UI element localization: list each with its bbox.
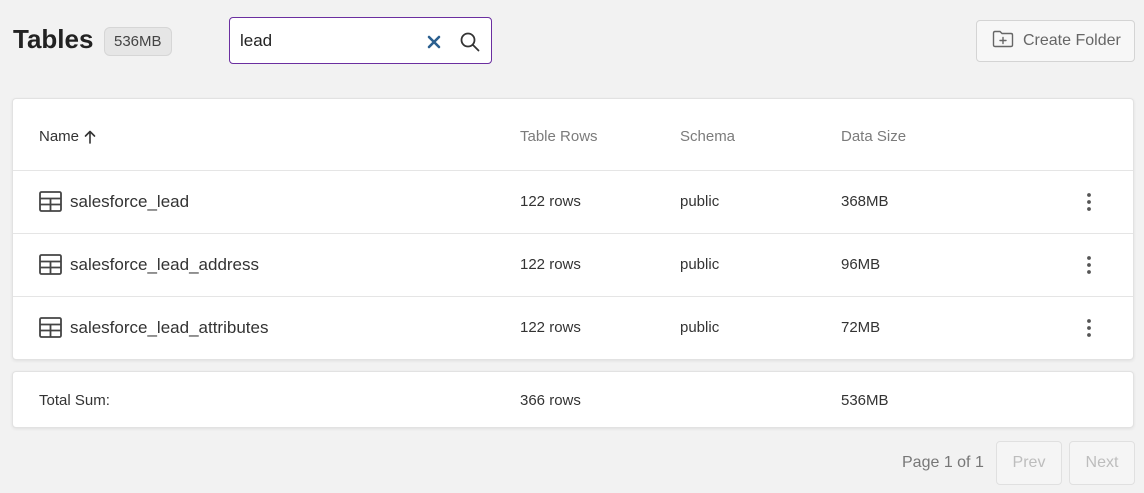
search-input[interactable] xyxy=(240,29,410,53)
page-header: Tables 536MB Create Folder xyxy=(0,0,1144,90)
more-options-icon[interactable] xyxy=(1080,317,1098,339)
column-header-name-label: Name xyxy=(39,128,80,145)
table-icon xyxy=(39,191,62,212)
total-sum-row: Total Sum: 366 rows 536MB xyxy=(12,371,1134,428)
folder-plus-icon xyxy=(992,30,1014,53)
prev-page-button[interactable]: Prev xyxy=(996,441,1062,485)
table-name-cell[interactable]: salesforce_lead_address xyxy=(39,254,259,275)
table-name: salesforce_lead xyxy=(70,191,190,211)
column-header-rows[interactable]: Table Rows xyxy=(520,128,598,145)
table-schema: public xyxy=(680,256,720,273)
table-name: salesforce_lead_attributes xyxy=(70,317,269,337)
create-folder-button[interactable]: Create Folder xyxy=(976,20,1135,62)
table-header: Name Table Rows Schema Data Size xyxy=(13,99,1133,171)
table-row[interactable]: salesforce_lead_attributes 122 rows publ… xyxy=(13,297,1133,360)
table-icon xyxy=(39,254,62,275)
table-schema: public xyxy=(680,193,720,210)
total-rows: 366 rows xyxy=(520,392,581,409)
search-icon[interactable] xyxy=(459,31,481,53)
tables-list: Name Table Rows Schema Data Size salesfo… xyxy=(12,98,1134,360)
table-data-size: 96MB xyxy=(841,256,881,273)
table-data-size: 72MB xyxy=(841,319,881,336)
table-name-cell[interactable]: salesforce_lead xyxy=(39,191,189,212)
create-folder-label: Create Folder xyxy=(1023,32,1121,49)
table-schema: public xyxy=(680,319,720,336)
table-row[interactable]: salesforce_lead_address 122 rows public … xyxy=(13,234,1133,297)
table-rows-count: 122 rows xyxy=(520,193,581,210)
page-indicator: Page 1 of 1 xyxy=(902,454,984,471)
sort-ascending-icon xyxy=(84,130,96,144)
table-rows-count: 122 rows xyxy=(520,256,581,273)
total-size-badge: 536MB xyxy=(104,27,172,56)
table-name-cell[interactable]: salesforce_lead_attributes xyxy=(39,317,268,338)
next-page-button[interactable]: Next xyxy=(1069,441,1135,485)
column-header-name[interactable]: Name xyxy=(39,128,96,145)
column-header-schema[interactable]: Schema xyxy=(680,128,735,145)
table-rows-count: 122 rows xyxy=(520,319,581,336)
clear-search-icon[interactable] xyxy=(426,34,442,50)
table-row[interactable]: salesforce_lead 122 rows public 368MB xyxy=(13,171,1133,234)
table-data-size: 368MB xyxy=(841,193,889,210)
search-box xyxy=(229,17,492,64)
total-sum-label: Total Sum: xyxy=(39,392,110,409)
total-size: 536MB xyxy=(841,392,889,409)
more-options-icon[interactable] xyxy=(1080,191,1098,213)
more-options-icon[interactable] xyxy=(1080,254,1098,276)
table-name: salesforce_lead_address xyxy=(70,254,260,274)
column-header-size[interactable]: Data Size xyxy=(841,128,906,145)
page-title: Tables xyxy=(13,24,94,54)
table-icon xyxy=(39,317,62,338)
